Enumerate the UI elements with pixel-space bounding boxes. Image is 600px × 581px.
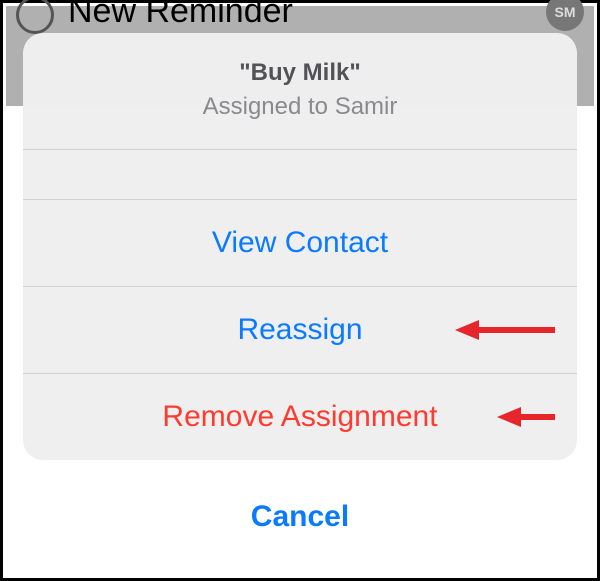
- remove-assignment-button[interactable]: Remove Assignment: [23, 374, 577, 460]
- action-sheet-header: "Buy Milk" Assigned to Samir: [23, 33, 577, 150]
- cancel-label: Cancel: [251, 500, 349, 533]
- action-sheet-title: "Buy Milk": [43, 59, 557, 87]
- action-sheet-subtitle: Assigned to Samir: [43, 93, 557, 121]
- annotation-arrow-icon: [497, 405, 555, 429]
- view-contact-button[interactable]: View Contact: [23, 200, 577, 287]
- annotation-arrow-icon: [455, 318, 555, 342]
- reassign-label: Reassign: [237, 313, 362, 346]
- reassign-button[interactable]: Reassign: [23, 287, 577, 374]
- view-contact-label: View Contact: [212, 226, 388, 259]
- cancel-button[interactable]: Cancel: [23, 474, 577, 560]
- action-sheet-spacer: [23, 150, 577, 200]
- remove-assignment-label: Remove Assignment: [162, 400, 437, 433]
- action-sheet: "Buy Milk" Assigned to Samir View Contac…: [23, 33, 577, 460]
